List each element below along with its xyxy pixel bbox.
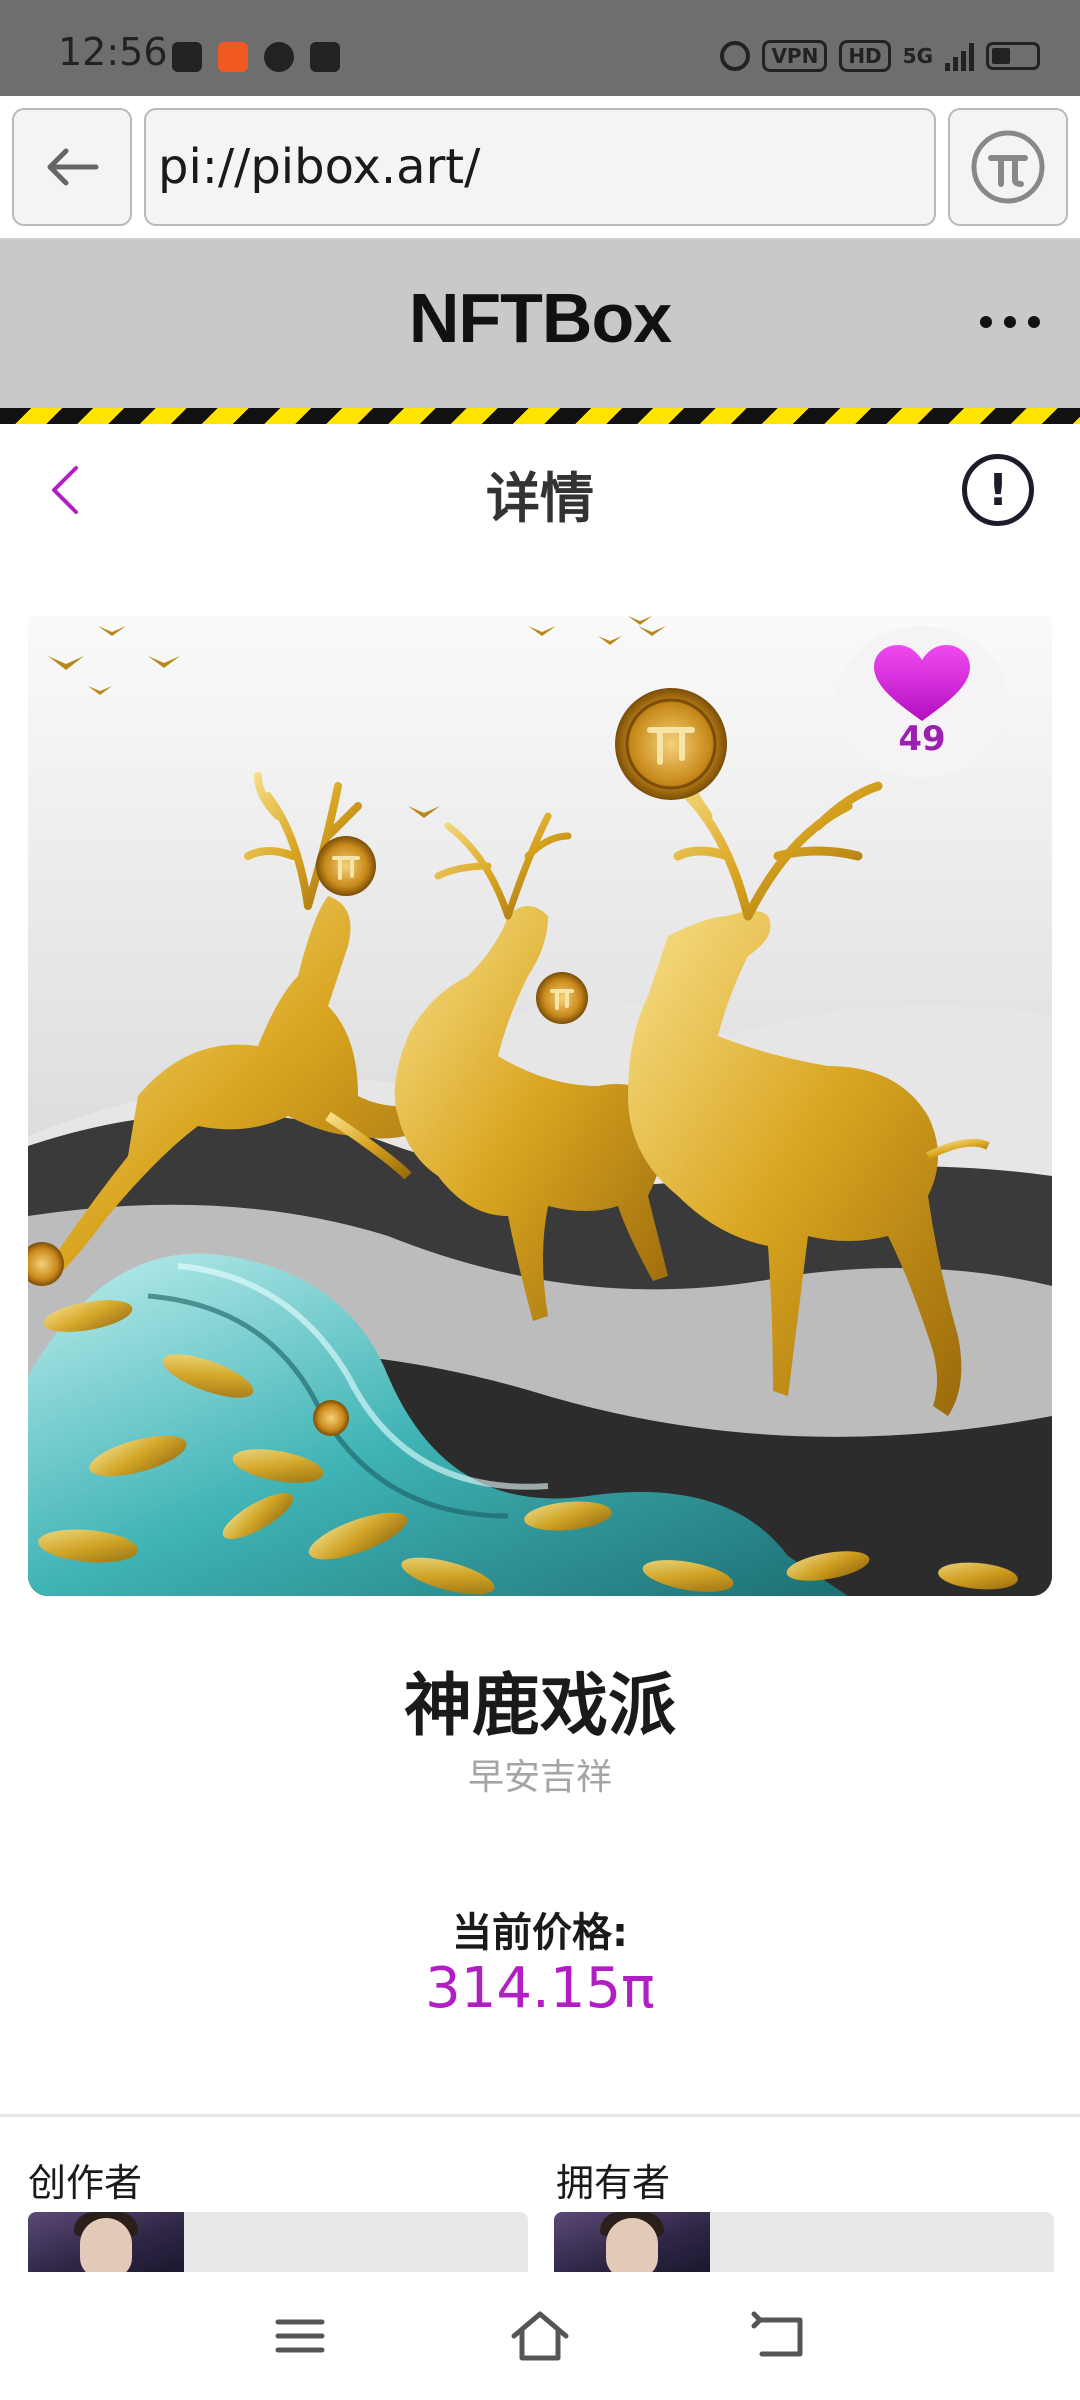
browser-bar: pi://pibox.art/ (0, 96, 1080, 240)
home-icon (511, 2311, 569, 2361)
price-label: 当前价格: (452, 1910, 628, 1956)
creator-avatar (28, 2212, 184, 2272)
network-type: 5G (902, 44, 933, 68)
home-button[interactable] (510, 2306, 570, 2366)
pi-logo-icon (971, 130, 1045, 204)
info-button[interactable]: ! (962, 454, 1034, 526)
more-horizontal-icon (980, 316, 992, 328)
info-icon: ! (987, 464, 1009, 516)
message-icon (264, 42, 294, 72)
status-time: 12:56 (58, 30, 168, 74)
nft-subtitle: 早安吉祥 (467, 1757, 612, 1798)
app-header: NFTBox (0, 240, 1080, 408)
url-field[interactable]: pi://pibox.art/ (144, 108, 936, 226)
status-indicators: VPN HD 5G (720, 40, 1040, 72)
page-title: 详情 (486, 467, 594, 530)
menu-button[interactable] (270, 2306, 330, 2366)
hazard-stripe (0, 408, 1080, 424)
menu-icon (275, 2319, 325, 2353)
app-notification-icon (310, 42, 340, 72)
back-icon (751, 2311, 803, 2357)
owner-card[interactable] (554, 2212, 1054, 2272)
owner-label: 拥有者 (556, 2161, 671, 2205)
divider (0, 2114, 1080, 2117)
creator-label: 创作者 (28, 2161, 143, 2205)
nft-title: 神鹿戏派 (403, 1667, 676, 1746)
creator-card[interactable] (28, 2212, 528, 2272)
battery-icon (986, 42, 1040, 70)
vpn-badge: VPN (762, 40, 828, 72)
more-button[interactable] (980, 302, 1040, 342)
heart-icon (874, 645, 970, 721)
pi-browser-button[interactable] (948, 108, 1068, 226)
status-bar: 12:56 VPN HD 5G (0, 0, 1080, 96)
app-notification-icon (172, 42, 202, 72)
price-value: 314.15π (425, 1956, 655, 2021)
detail-nav: 详情 ! (0, 424, 1080, 550)
signal-icon (945, 41, 974, 71)
like-button[interactable]: 49 (836, 626, 1008, 778)
arrow-left-icon (47, 148, 99, 186)
system-back-button[interactable] (750, 2306, 810, 2366)
system-nav-bar (0, 2272, 1080, 2400)
browser-back-button[interactable] (12, 108, 132, 226)
app-notification-icon (218, 42, 248, 72)
app-title: NFTBox (408, 279, 672, 357)
owner-avatar (554, 2212, 710, 2272)
alarm-icon (720, 41, 751, 71)
hd-badge: HD (839, 40, 891, 72)
like-count: 49 (898, 719, 946, 759)
